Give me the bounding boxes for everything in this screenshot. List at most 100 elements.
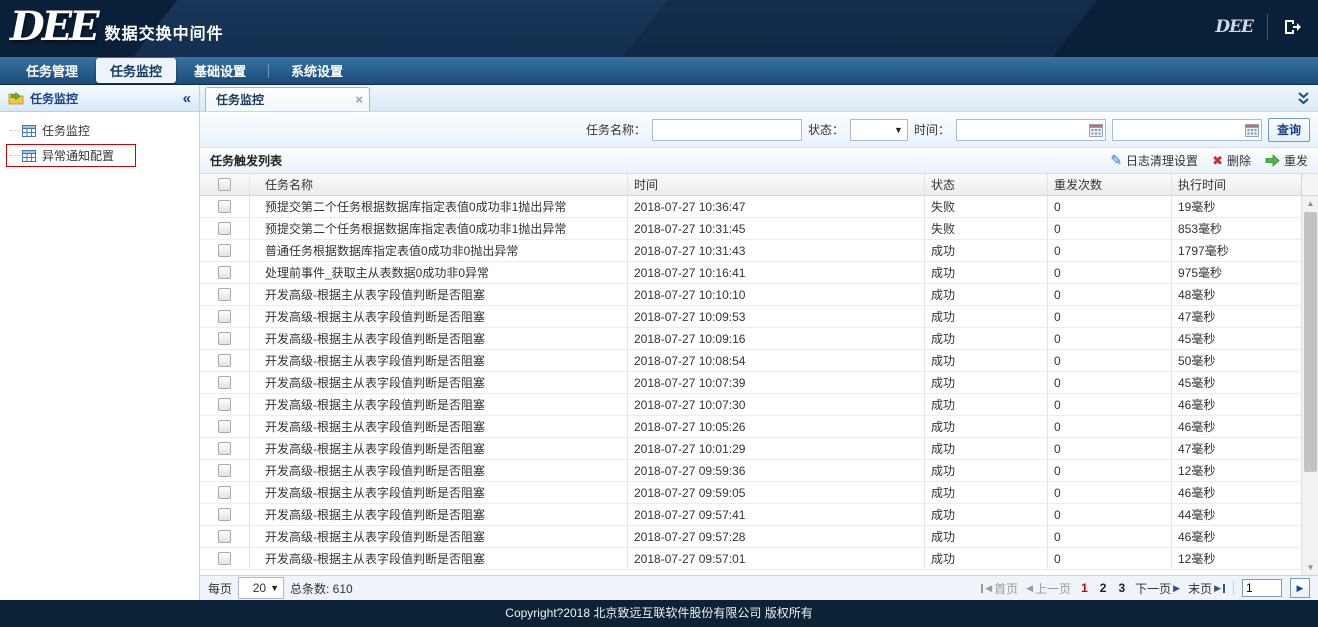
row-checkbox[interactable] [218,398,231,411]
time-cell: 2018-07-27 09:59:05 [628,482,925,503]
row-checkbox[interactable] [218,486,231,499]
sidebar-item-task-monitor[interactable]: 任务监控 [0,118,199,143]
row-checkbox[interactable] [218,200,231,213]
tab-close-icon[interactable]: × [355,95,363,105]
task-name-cell: 开发高级-根据主从表字段值判断是否阻塞 [250,372,628,393]
table-row[interactable]: 开发高级-根据主从表字段值判断是否阻塞 2018-07-27 10:08:54 … [200,350,1318,372]
goto-page-button[interactable]: ▶ [1290,578,1310,598]
top-banner: DEE 数据交换中间件 DEE [0,0,1318,57]
task-name-input[interactable] [652,119,802,141]
table-row[interactable]: 开发高级-根据主从表字段值判断是否阻塞 2018-07-27 10:05:26 … [200,416,1318,438]
vertical-scrollbar[interactable]: ▲ ▼ [1301,196,1318,575]
time-cell: 2018-07-27 09:57:41 [628,504,925,525]
col-exec-time[interactable]: 执行时间 [1172,174,1301,195]
next-page-button[interactable]: 下一页 ▶ [1135,580,1180,597]
table-row[interactable]: 开发高级-根据主从表字段值判断是否阻塞 2018-07-27 09:59:36 … [200,460,1318,482]
table-row[interactable]: 开发高级-根据主从表字段值判断是否阻塞 2018-07-27 09:59:05 … [200,482,1318,504]
scroll-up-icon[interactable]: ▲ [1302,196,1318,211]
log-clean-settings-button[interactable]: ✎ 日志清理设置 [1110,152,1198,169]
table-row[interactable]: 开发高级-根据主从表字段值判断是否阻塞 2018-07-27 10:09:53 … [200,306,1318,328]
last-page-button[interactable]: 末页 ▶ [1188,580,1225,597]
page-number[interactable]: 2 [1098,581,1109,595]
retry-count-cell: 0 [1048,372,1172,393]
table-row[interactable]: 普通任务根据数据库指定表值0成功非0抛出异常 2018-07-27 10:31:… [200,240,1318,262]
row-checkbox[interactable] [218,376,231,389]
exec-time-cell: 12毫秒 [1172,460,1301,481]
status-cell: 成功 [925,460,1048,481]
scrollbar-thumb[interactable] [1304,212,1317,472]
time-to-input[interactable] [1112,119,1262,141]
task-name-cell: 开发高级-根据主从表字段值判断是否阻塞 [250,394,628,415]
retry-count-cell: 0 [1048,350,1172,371]
col-task-name[interactable]: 任务名称 [250,174,628,195]
row-checkbox[interactable] [218,288,231,301]
select-all-checkbox[interactable] [218,178,231,191]
page-number[interactable]: 3 [1116,581,1127,595]
delete-button[interactable]: ✖ 删除 [1212,152,1251,169]
table-row[interactable]: 开发高级-根据主从表字段值判断是否阻塞 2018-07-27 10:01:29 … [200,438,1318,460]
nav-item-task-management[interactable]: 任务管理 [12,58,92,83]
row-checkbox[interactable] [218,508,231,521]
table-row[interactable]: 开发高级-根据主从表字段值判断是否阻塞 2018-07-27 10:07:30 … [200,394,1318,416]
row-checkbox[interactable] [218,530,231,543]
task-name-label: 任务名称： [586,121,646,138]
row-checkbox[interactable] [218,266,231,279]
row-checkbox[interactable] [218,244,231,257]
dee-logo-text: DEE [10,4,97,50]
query-button[interactable]: 查询 [1268,118,1310,142]
row-checkbox[interactable] [218,552,231,565]
col-status[interactable]: 状态 [925,174,1048,195]
table-row[interactable]: 开发高级-根据主从表字段值判断是否阻塞 2018-07-27 10:07:39 … [200,372,1318,394]
table-row[interactable]: 开发高级-根据主从表字段值判断是否阻塞 2018-07-27 09:57:41 … [200,504,1318,526]
col-retry-count[interactable]: 重发次数 [1048,174,1172,195]
time-cell: 2018-07-27 10:16:41 [628,262,925,283]
last-page-icon [1223,584,1225,593]
time-cell: 2018-07-27 10:36:47 [628,196,925,217]
calendar-icon[interactable] [1245,123,1259,140]
page-number[interactable]: 1 [1079,581,1090,595]
prev-page-button[interactable]: ◀ 上一页 [1026,580,1071,597]
nav-item-basic-settings[interactable]: 基础设置 [180,58,260,83]
panel-collapse-chevrons-icon[interactable] [1297,91,1310,108]
table-row[interactable]: 预提交第二个任务根据数据库指定表值0成功非1抛出异常 2018-07-27 10… [200,218,1318,240]
nav-item-task-monitor[interactable]: 任务监控 [96,58,176,83]
retry-count-cell: 0 [1048,394,1172,415]
row-checkbox[interactable] [218,310,231,323]
header-scrollbar-pad [1301,174,1318,195]
status-label: 状态： [808,121,844,138]
scroll-down-icon[interactable]: ▼ [1302,560,1318,575]
row-checkbox[interactable] [218,332,231,345]
sidebar-item-exception-notify-config[interactable]: 异常通知配置 [0,143,199,168]
per-page-select[interactable]: 20 ▼ [238,577,284,599]
row-checkbox[interactable] [218,442,231,455]
row-checkbox[interactable] [218,222,231,235]
dropdown-arrow-icon: ▼ [270,583,279,593]
row-checkbox[interactable] [218,464,231,477]
calendar-icon[interactable] [1089,123,1103,140]
col-time[interactable]: 时间 [628,174,925,195]
goto-page-input[interactable] [1242,579,1282,597]
status-select[interactable]: ▼ [850,119,908,141]
table-row[interactable]: 预提交第二个任务根据数据库指定表值0成功非1抛出异常 2018-07-27 10… [200,196,1318,218]
nav-item-system-settings[interactable]: 系统设置 [277,58,357,83]
time-cell: 2018-07-27 09:57:28 [628,526,925,547]
table-row[interactable]: 开发高级-根据主从表字段值判断是否阻塞 2018-07-27 09:57:01 … [200,548,1318,570]
table-row[interactable]: 开发高级-根据主从表字段值判断是否阻塞 2018-07-27 09:57:28 … [200,526,1318,548]
pencil-icon: ✎ [1110,152,1122,169]
resend-button[interactable]: 重发 [1265,152,1308,169]
time-cell: 2018-07-27 10:31:43 [628,240,925,261]
logout-icon[interactable] [1282,17,1302,37]
row-checkbox[interactable] [218,354,231,367]
first-page-button[interactable]: ◀ 首页 [981,580,1018,597]
time-from-input[interactable] [956,119,1106,141]
status-cell: 失败 [925,218,1048,239]
status-cell: 失败 [925,196,1048,217]
table-row[interactable]: 开发高级-根据主从表字段值判断是否阻塞 2018-07-27 10:10:10 … [200,284,1318,306]
time-cell: 2018-07-27 10:08:54 [628,350,925,371]
row-checkbox[interactable] [218,420,231,433]
sidebar-collapse-icon[interactable]: « [183,90,191,107]
table-row[interactable]: 处理前事件_获取主从表数据0成功非0异常 2018-07-27 10:16:41… [200,262,1318,284]
tab-task-monitor[interactable]: 任务监控 × [205,87,370,111]
task-name-cell: 开发高级-根据主从表字段值判断是否阻塞 [250,482,628,503]
table-row[interactable]: 开发高级-根据主从表字段值判断是否阻塞 2018-07-27 10:09:16 … [200,328,1318,350]
